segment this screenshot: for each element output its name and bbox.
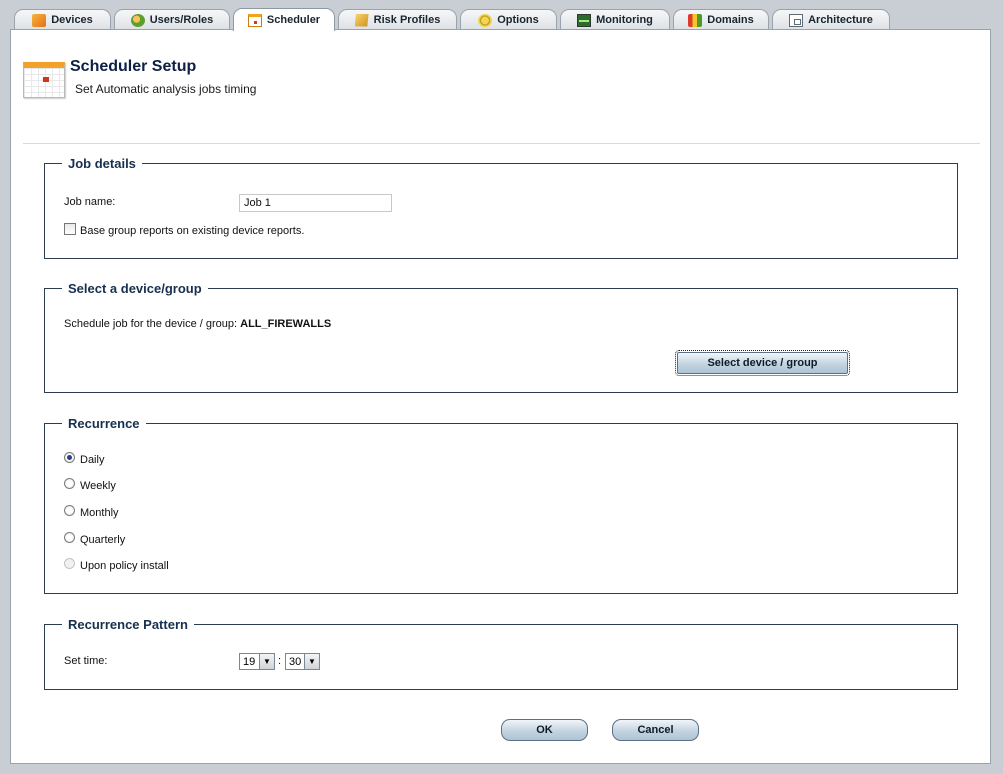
users-icon bbox=[130, 13, 145, 27]
recurrence-section: Recurrence Daily Weekly Monthly Quarterl… bbox=[44, 416, 958, 594]
cancel-button[interactable]: Cancel bbox=[612, 719, 699, 741]
radio-label-upon-policy-install: Upon policy install bbox=[80, 560, 169, 572]
tab-architecture[interactable]: Architecture bbox=[772, 9, 890, 30]
tab-devices[interactable]: Devices bbox=[14, 9, 111, 30]
time-separator: : bbox=[278, 655, 282, 667]
minute-value: 30 bbox=[289, 655, 302, 668]
tab-monitoring[interactable]: Monitoring bbox=[560, 9, 670, 30]
schedule-for-text: Schedule job for the device / group: bbox=[64, 318, 238, 330]
recurrence-pattern-legend: Recurrence Pattern bbox=[68, 617, 188, 632]
radio-monthly[interactable] bbox=[64, 505, 75, 516]
architecture-icon bbox=[789, 13, 804, 27]
radio-daily[interactable] bbox=[64, 452, 75, 463]
tab-scheduler[interactable]: Scheduler bbox=[233, 8, 335, 31]
tab-label: Devices bbox=[51, 14, 93, 26]
tab-label: Options bbox=[497, 14, 539, 26]
tab-label: Domains bbox=[707, 14, 754, 26]
monitoring-icon bbox=[577, 13, 592, 27]
page-subtitle: Set Automatic analysis jobs timing bbox=[75, 82, 257, 96]
tab-domains[interactable]: Domains bbox=[673, 9, 769, 30]
recurrence-legend: Recurrence bbox=[68, 416, 140, 431]
tab-label: Architecture bbox=[808, 14, 873, 26]
tab-label: Risk Profiles bbox=[373, 14, 441, 26]
hour-value: 19 bbox=[243, 655, 256, 668]
device-group-section: Select a device/group Schedule job for t… bbox=[44, 281, 958, 393]
tab-risk-profiles[interactable]: Risk Profiles bbox=[338, 9, 457, 30]
radio-label-monthly: Monthly bbox=[80, 507, 119, 519]
job-details-section: Job details Job name: Base group reports… bbox=[44, 156, 958, 259]
hour-select[interactable]: 19 ▼ bbox=[239, 653, 275, 670]
select-device-group-button[interactable]: Select device / group bbox=[675, 350, 850, 376]
job-details-legend: Job details bbox=[68, 156, 136, 171]
scheduler-panel: Scheduler Setup Set Automatic analysis j… bbox=[10, 29, 991, 764]
minute-select[interactable]: 30 ▼ bbox=[285, 653, 320, 670]
chevron-down-icon[interactable]: ▼ bbox=[259, 654, 274, 669]
chevron-down-icon[interactable]: ▼ bbox=[304, 654, 319, 669]
radio-label-weekly: Weekly bbox=[80, 480, 116, 492]
page-title: Scheduler Setup bbox=[70, 58, 197, 75]
selected-device-group: ALL_FIREWALLS bbox=[240, 318, 332, 330]
options-icon bbox=[478, 13, 493, 27]
tab-options[interactable]: Options bbox=[460, 9, 557, 30]
tab-label: Users/Roles bbox=[149, 14, 214, 26]
header-divider bbox=[23, 143, 980, 144]
scheduler-icon bbox=[247, 13, 262, 27]
radio-label-daily: Daily bbox=[80, 454, 105, 466]
set-time-label: Set time: bbox=[64, 655, 108, 667]
radio-quarterly[interactable] bbox=[64, 532, 75, 543]
radio-upon-policy-install bbox=[64, 558, 75, 569]
tab-label: Monitoring bbox=[596, 14, 653, 26]
devices-icon bbox=[32, 13, 47, 27]
job-name-input[interactable] bbox=[239, 194, 392, 212]
base-group-checkbox[interactable] bbox=[64, 223, 76, 235]
tab-users-roles[interactable]: Users/Roles bbox=[114, 9, 230, 30]
tab-bar: Devices Users/Roles Scheduler Risk Profi… bbox=[0, 0, 1003, 31]
tab-label: Scheduler bbox=[266, 14, 321, 26]
ok-button[interactable]: OK bbox=[501, 719, 588, 741]
risk-profiles-icon bbox=[354, 13, 369, 27]
base-group-label: Base group reports on existing device re… bbox=[80, 225, 305, 237]
device-group-legend: Select a device/group bbox=[68, 281, 202, 296]
radio-label-quarterly: Quarterly bbox=[80, 534, 126, 546]
domains-icon bbox=[688, 13, 703, 27]
recurrence-pattern-section: Recurrence Pattern Set time: 19 ▼ : 30 ▼ bbox=[44, 617, 958, 690]
radio-weekly[interactable] bbox=[64, 478, 75, 489]
schedule-for-label: Schedule job for the device / group: ALL… bbox=[64, 318, 331, 330]
job-name-label: Job name: bbox=[64, 196, 116, 208]
calendar-icon bbox=[23, 62, 65, 98]
